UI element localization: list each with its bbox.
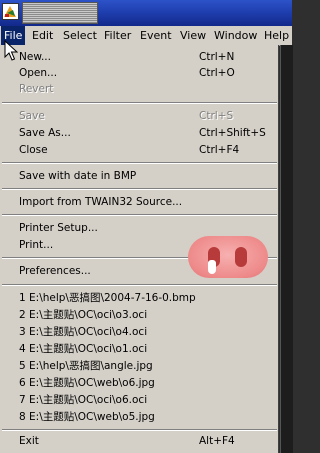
- menu-edit[interactable]: Edit: [29, 26, 56, 45]
- menu-help[interactable]: Help: [261, 26, 292, 45]
- recent-file-1[interactable]: 1 E:\help\恶搞图\2004-7-16-0.bmp: [0, 290, 279, 306]
- menu-view[interactable]: View: [177, 26, 209, 45]
- recent-file-5[interactable]: 5 E:\help\恶搞图\angle.jpg: [0, 358, 279, 374]
- menu-item-printer-setup[interactable]: Printer Setup...: [0, 220, 279, 236]
- window-background: [280, 45, 293, 453]
- menu-item-label: 3 E:\主题贴\OC\oci\o4.oci: [19, 326, 148, 338]
- menu-separator: [2, 188, 277, 190]
- menu-item-label: Revert: [19, 83, 54, 95]
- menu-item-shortcut: Ctrl+Shift+S: [199, 127, 266, 139]
- menu-item-label: 6 E:\主题贴\OC\web\o6.jpg: [19, 377, 155, 389]
- menu-item-label: Close: [19, 144, 48, 156]
- menu-item-label: Save with date in BMP: [19, 170, 137, 182]
- menu-item-label: Import from TWAIN32 Source...: [19, 196, 183, 208]
- menu-item-label: Printer Setup...: [19, 222, 98, 234]
- menu-item-import-twain[interactable]: Import from TWAIN32 Source...: [0, 194, 279, 210]
- menu-separator: [2, 102, 277, 104]
- recent-file-8[interactable]: 8 E:\主题贴\OC\web\o5.jpg: [0, 409, 279, 425]
- menu-separator: [2, 214, 277, 216]
- menu-item-label: Print...: [19, 239, 54, 251]
- recent-file-3[interactable]: 3 E:\主题贴\OC\oci\o4.oci: [0, 324, 279, 340]
- menu-item-shortcut: Alt+F4: [199, 435, 235, 447]
- menu-item-revert[interactable]: Revert: [0, 81, 279, 97]
- mouse-cursor-icon: [4, 40, 18, 61]
- menu-select[interactable]: Select: [60, 26, 100, 45]
- menu-item-save[interactable]: Save Ctrl+S: [0, 108, 279, 124]
- menu-item-shortcut: Ctrl+S: [199, 110, 234, 122]
- menu-item-shortcut: Ctrl+F4: [199, 144, 240, 156]
- menu-event[interactable]: Event: [137, 26, 175, 45]
- menu-item-label: New...: [19, 51, 51, 63]
- menu-filter[interactable]: Filter: [101, 26, 134, 45]
- pig-drip: [208, 260, 216, 274]
- pig-nose-sticker: [188, 236, 268, 278]
- menu-item-label: Preferences...: [19, 265, 91, 277]
- menu-item-label: Open...: [19, 67, 58, 79]
- menu-item-save-as[interactable]: Save As... Ctrl+Shift+S: [0, 125, 279, 141]
- menu-item-label: Save As...: [19, 127, 71, 139]
- menu-item-close[interactable]: Close Ctrl+F4: [0, 142, 279, 158]
- menu-item-label: Save: [19, 110, 45, 122]
- menu-item-shortcut: Ctrl+O: [199, 67, 235, 79]
- menu-item-open[interactable]: Open... Ctrl+O: [0, 65, 279, 81]
- menu-item-label: 8 E:\主题贴\OC\web\o5.jpg: [19, 411, 155, 423]
- title-grip[interactable]: [22, 2, 98, 24]
- menu-item-new[interactable]: New... Ctrl+N: [0, 49, 279, 65]
- app-icon[interactable]: [2, 3, 19, 20]
- menu-separator: [2, 429, 277, 431]
- recent-file-2[interactable]: 2 E:\主题贴\OC\oci\o3.oci: [0, 307, 279, 323]
- menu-item-label: 1 E:\help\恶搞图\2004-7-16-0.bmp: [19, 292, 196, 304]
- menu-item-save-bmp[interactable]: Save with date in BMP: [0, 168, 279, 184]
- recent-file-6[interactable]: 6 E:\主题贴\OC\web\o6.jpg: [0, 375, 279, 391]
- menu-item-label: 2 E:\主题贴\OC\oci\o3.oci: [19, 309, 148, 321]
- menu-item-label: 7 E:\主题贴\OC\oci\o6.oci: [19, 394, 148, 406]
- pig-nostril-right: [235, 247, 247, 267]
- menu-item-label: 5 E:\help\恶搞图\angle.jpg: [19, 360, 153, 372]
- menu-item-exit[interactable]: Exit Alt+F4: [0, 433, 279, 449]
- menu-item-label: Exit: [19, 435, 39, 447]
- menu-item-shortcut: Ctrl+N: [199, 51, 235, 63]
- menu-separator: [2, 284, 277, 286]
- menu-item-label: 4 E:\主题贴\OC\oci\o1.oci: [19, 343, 148, 355]
- menu-bar: File Edit Select Filter Event View Windo…: [0, 26, 292, 46]
- menu-window[interactable]: Window: [211, 26, 260, 45]
- recent-file-4[interactable]: 4 E:\主题贴\OC\oci\o1.oci: [0, 341, 279, 357]
- title-bar: [0, 0, 292, 26]
- menu-separator: [2, 162, 277, 164]
- recent-file-7[interactable]: 7 E:\主题贴\OC\oci\o6.oci: [0, 392, 279, 408]
